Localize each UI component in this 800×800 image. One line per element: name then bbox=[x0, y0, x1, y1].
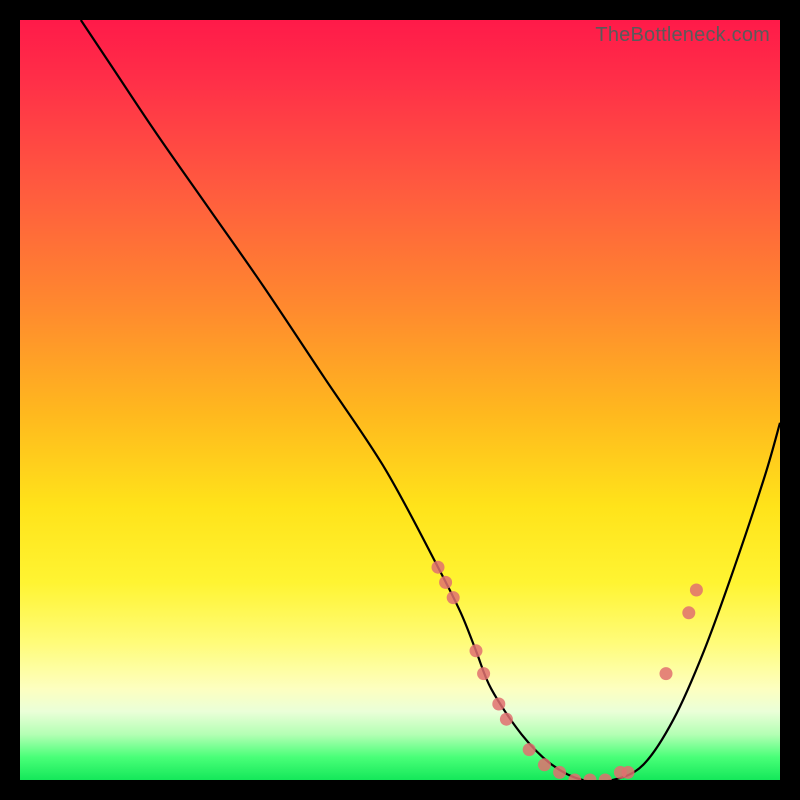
data-marker bbox=[470, 644, 483, 657]
data-marker bbox=[432, 561, 445, 574]
data-marker bbox=[538, 758, 551, 771]
data-marker bbox=[492, 698, 505, 711]
watermark-text: TheBottleneck.com bbox=[595, 24, 770, 47]
data-marker bbox=[568, 774, 581, 781]
bottleneck-curve bbox=[81, 20, 780, 780]
data-marker bbox=[477, 667, 490, 680]
data-marker bbox=[682, 606, 695, 619]
data-marker bbox=[584, 774, 597, 781]
data-marker bbox=[660, 667, 673, 680]
data-marker bbox=[690, 584, 703, 597]
data-marker bbox=[599, 774, 612, 781]
data-marker bbox=[523, 743, 536, 756]
data-marker bbox=[622, 766, 635, 779]
curve-layer bbox=[20, 20, 780, 780]
chart-frame: TheBottleneck.com bbox=[20, 20, 780, 780]
data-marker bbox=[447, 591, 460, 604]
marker-group bbox=[432, 561, 703, 780]
data-marker bbox=[553, 766, 566, 779]
data-marker bbox=[500, 713, 513, 726]
data-marker bbox=[439, 576, 452, 589]
